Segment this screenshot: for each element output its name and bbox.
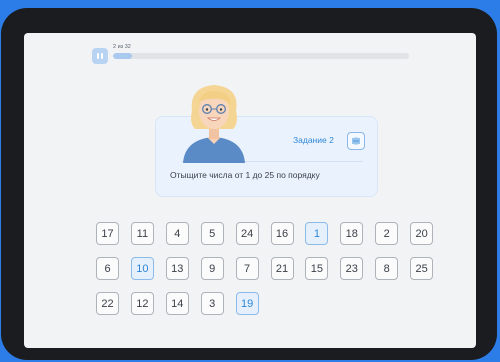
number-tile[interactable]: 24	[235, 222, 259, 245]
number-tile[interactable]: 19	[235, 292, 259, 315]
number-tile[interactable]: 6	[96, 257, 119, 280]
progress-bar	[113, 53, 409, 59]
number-tile[interactable]: 13	[165, 257, 189, 280]
number-tile[interactable]: 22	[96, 292, 119, 315]
number-tile[interactable]: 12	[130, 292, 154, 315]
avatar-illustration	[183, 85, 245, 163]
sound-button[interactable]	[347, 132, 365, 150]
number-tile[interactable]: 2	[375, 222, 399, 245]
number-tile[interactable]: 14	[165, 292, 189, 315]
number-tile[interactable]: 25	[410, 257, 434, 280]
number-tile[interactable]: 8	[375, 257, 399, 280]
number-tile[interactable]: 3	[200, 292, 224, 315]
number-tile[interactable]: 5	[200, 222, 224, 245]
progress-section: 2 из 32	[92, 44, 409, 64]
number-tile[interactable]: 20	[410, 222, 434, 245]
pause-button[interactable]	[92, 48, 108, 64]
task-title: Задание 2	[293, 135, 334, 145]
number-tile[interactable]: 1	[305, 222, 329, 245]
tablet-frame: 2 из 32 Задание 2 Отыщите числа от 1 до …	[1, 8, 497, 360]
number-tile[interactable]: 9	[200, 257, 224, 280]
task-instruction: Отыщите числа от 1 до 25 по порядку	[170, 170, 320, 180]
number-tile[interactable]: 16	[270, 222, 294, 245]
sound-icon	[352, 137, 360, 145]
app-screen: 2 из 32 Задание 2 Отыщите числа от 1 до …	[24, 33, 476, 348]
progress-fill	[113, 53, 132, 59]
number-tile[interactable]: 10	[130, 257, 154, 280]
number-tile[interactable]: 21	[270, 257, 294, 280]
number-tile[interactable]: 4	[165, 222, 189, 245]
number-tile[interactable]: 23	[340, 257, 364, 280]
number-tile[interactable]: 17	[96, 222, 119, 245]
number-tile[interactable]: 11	[130, 222, 154, 245]
number-tile[interactable]: 18	[340, 222, 364, 245]
progress-label: 2 из 32	[113, 44, 131, 50]
number-tile[interactable]: 7	[235, 257, 259, 280]
pause-icon	[97, 53, 103, 59]
number-tile[interactable]: 15	[305, 257, 329, 280]
